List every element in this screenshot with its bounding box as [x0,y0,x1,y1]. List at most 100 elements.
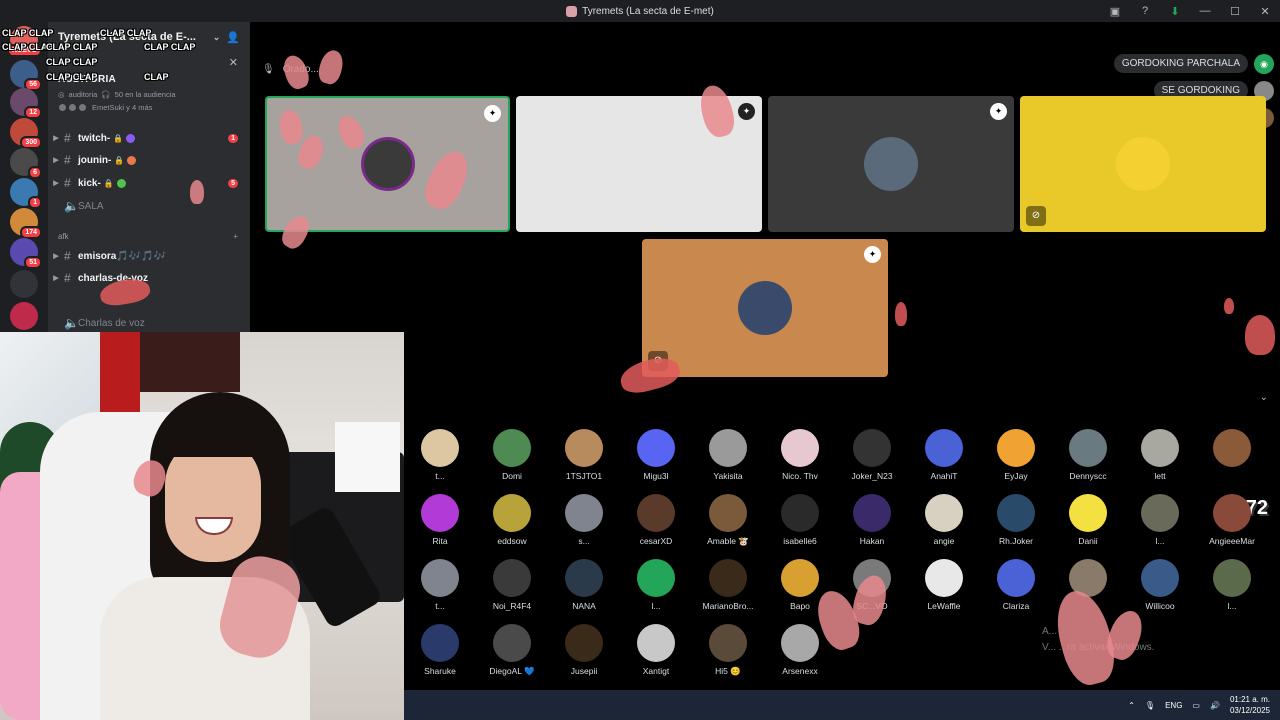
microphone-icon[interactable]: 🎙 [1145,701,1155,710]
guild-icon[interactable]: 6 [10,148,42,179]
channel-sala[interactable]: 🔈 SALA [48,196,250,216]
audience-member[interactable]: Rh.Joker [980,494,1052,546]
stage-icon: ◎ [58,90,65,99]
guild-icon[interactable]: 51 [10,238,42,269]
webcam-overlay [0,332,404,720]
avatar [1141,429,1179,467]
close-icon[interactable]: ✕ [229,56,238,69]
audience-member[interactable]: DiegoAL 💙 [476,624,548,677]
chevron-down-icon[interactable]: ⌄ [1260,392,1268,403]
audience-member[interactable]: Clariza [980,559,1052,611]
audience-member[interactable]: eddsow [476,494,548,546]
speaker-tile[interactable]: ⊘ [1020,96,1266,232]
audience-member[interactable]: AngieeeMar [1196,494,1268,546]
avatar [637,559,675,597]
chevron-down-icon[interactable]: ⌄ [213,32,221,43]
guild-icon[interactable]: 174 [10,208,42,239]
avatar [1116,137,1170,191]
audience-member[interactable]: cesarXD [620,494,692,546]
avatar [709,494,747,532]
language-indicator[interactable]: ENG [1165,701,1182,710]
avatar [1069,494,1107,532]
audience-member[interactable]: MarianoBro... [692,559,764,611]
audience-member[interactable]: t... [404,559,476,611]
channel-twitch[interactable]: ▶ # twitch- 🔒 1 [48,128,250,148]
close-button[interactable]: ✕ [1250,5,1280,18]
audience-member[interactable]: Nico. Thv [764,429,836,481]
help-icon[interactable]: ? [1130,5,1160,17]
audience-count: 50 en la audiencia [114,90,176,99]
avatar [781,559,819,597]
audience-member[interactable]: Arsenexx [764,624,836,676]
audience-member[interactable]: AnahiT [908,429,980,481]
download-icon[interactable]: ⬇ [1160,5,1190,18]
avatar [925,559,963,597]
audience-member[interactable]: Hi5 😊 [692,624,764,677]
audience-member[interactable]: t... [404,429,476,481]
channel-jounin[interactable]: ▶ # jounin- 🔒 [48,150,250,170]
avatar [493,624,531,662]
channel-emisora[interactable]: ▶ # emisora🎵🎶🎵🎶 [48,246,250,266]
audience-member[interactable]: SC...VO [836,559,908,611]
minimize-button[interactable]: — [1190,5,1220,17]
audience-member[interactable]: Noi_R4F4 [476,559,548,611]
channel-charlas-de-voz[interactable]: ▶ # charlas-de-voz [48,268,250,288]
add-user-icon[interactable]: 👤 [226,31,240,44]
audience-member[interactable]: Rita [404,494,476,546]
audience-member[interactable]: Joker_N23 [836,429,908,481]
guild-icon[interactable]: 56 [10,60,42,91]
add-channel-icon[interactable]: + [233,232,238,241]
audience-member[interactable]: 1TSJTO1 [548,429,620,481]
channel-charlas-voice[interactable]: 🔈 Charlas de voz [48,313,250,333]
guild-icon[interactable]: 1 [10,178,42,209]
clock[interactable]: 01:21 a. m. 03/12/2025 [1230,694,1270,716]
audience-member[interactable]: isabelle6 [764,494,836,546]
speaker-tile[interactable]: ✦ ⊘ [642,239,888,377]
category-afk[interactable]: afk + [58,232,238,241]
audience-member[interactable]: Sharuke [404,624,476,676]
guild-icon[interactable] [10,302,38,330]
guild-icon[interactable]: 300 [10,118,42,149]
audience-member[interactable]: s... [548,494,620,546]
volume-icon[interactable]: 🔊 [1210,701,1220,710]
audience-member[interactable]: Yakisita [692,429,764,481]
audience-member[interactable]: lett [1124,429,1196,481]
network-icon[interactable]: ▭ [1192,701,1200,710]
speaker-tile[interactable]: ✦ [516,96,762,232]
audience-member[interactable]: Hakan [836,494,908,546]
guild-icon[interactable]: 12 [10,88,42,119]
audience-member[interactable]: Jusepii [548,624,620,676]
member-name: cesarXD [639,536,673,546]
audience-member[interactable]: Amable 🐮 [692,494,764,547]
audience-member[interactable]: Dennyscc [1052,429,1124,481]
guild-sidebar: NUEVO 56 12 300 6 1 174 51 [0,22,48,332]
chevron-up-icon[interactable]: ⌃ [1128,701,1135,710]
audience-member[interactable]: Xantigt [620,624,692,676]
headphones-icon: 🎧 [101,90,111,99]
avatar [781,429,819,467]
audience-member[interactable]: Migu3l [620,429,692,481]
audience-member[interactable]: EyJay [980,429,1052,481]
moderator-icon: ✦ [990,103,1007,120]
audience-member[interactable]: Willicoo [1124,559,1196,611]
member-name: AngieeeMar [1209,536,1255,546]
inbox-icon[interactable]: ▣ [1100,5,1130,18]
audience-member[interactable]: Danii [1052,494,1124,546]
avatar [1141,494,1179,532]
audience-member[interactable]: l... [1124,494,1196,546]
audience-member[interactable] [1052,559,1124,601]
audience-member[interactable]: l... [1196,559,1268,611]
speaker-tile[interactable]: ✦ [768,96,1014,232]
speaker-tile[interactable]: ✦ [265,96,510,232]
audience-member[interactable]: LeWaffle [908,559,980,611]
channel-kick[interactable]: ▶ # kick- 🔒 5 [48,173,250,193]
audience-member[interactable] [1196,429,1268,471]
audience-member[interactable]: NANA [548,559,620,611]
audience-member[interactable]: Domi [476,429,548,481]
discover-icon[interactable] [10,270,38,298]
audience-member[interactable]: l... [620,559,692,611]
audience-member[interactable]: Bapo [764,559,836,611]
maximize-button[interactable]: ☐ [1220,5,1250,18]
audience-member[interactable]: angie [908,494,980,546]
member-name: Jusepii [570,666,598,676]
